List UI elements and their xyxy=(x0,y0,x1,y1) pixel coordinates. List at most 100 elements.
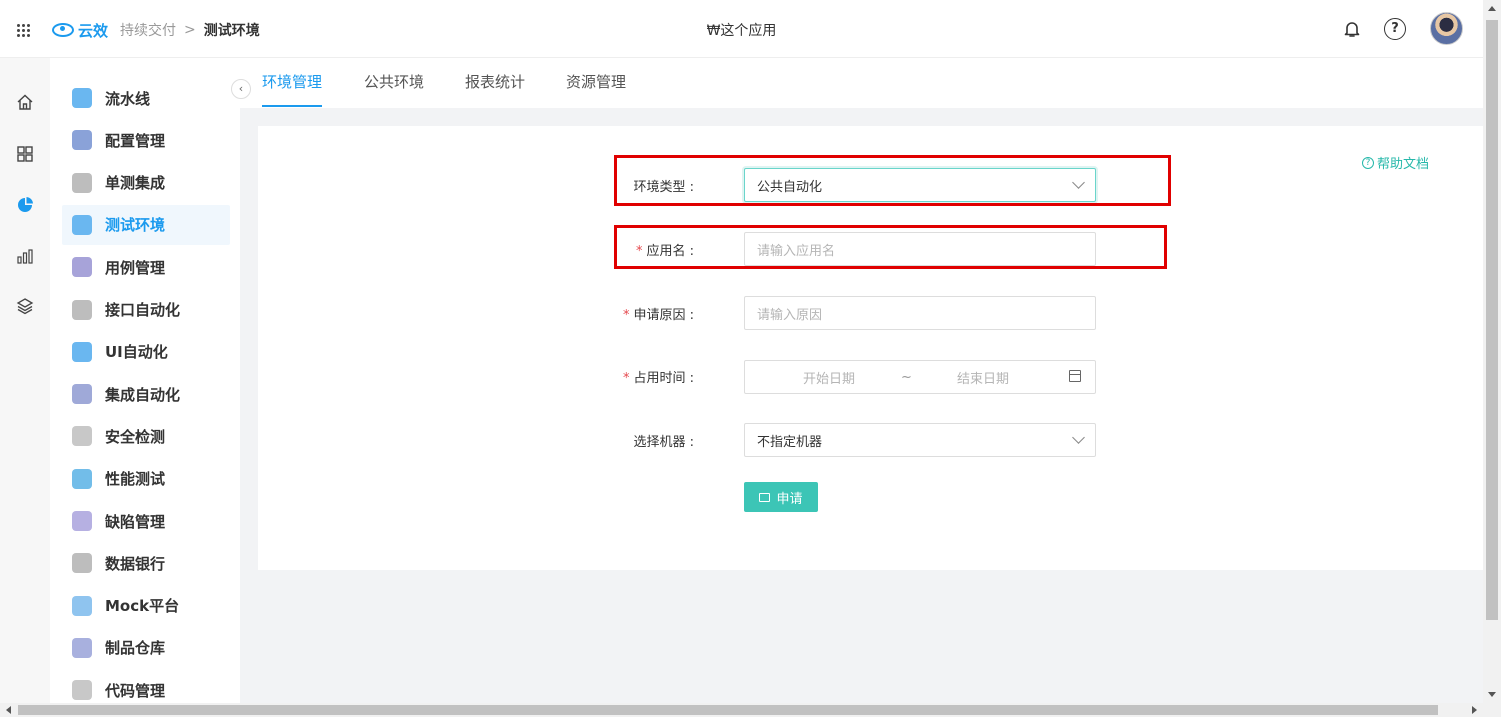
duration-label: * 占用时间 : xyxy=(622,371,694,386)
api-icon xyxy=(72,299,92,320)
start-date-placeholder: 开始日期 xyxy=(803,371,856,387)
pipeline-icon xyxy=(72,88,92,108)
active-tab-indicator xyxy=(262,105,322,107)
cloud-icon xyxy=(72,214,92,235)
tab-bar: 环境管理 公共环境 报表统计 资源管理 xyxy=(240,58,1483,108)
sidebar-item-label: 缺陷管理 xyxy=(105,512,166,531)
scroll-down-icon[interactable] xyxy=(1488,692,1496,697)
bell-icon[interactable] xyxy=(1344,20,1360,38)
breadcrumb-current: 测试环境 xyxy=(203,23,260,39)
unit-test-icon xyxy=(72,172,92,193)
machine-label: 选择机器 : xyxy=(633,435,694,450)
scroll-up-icon[interactable] xyxy=(1488,6,1496,11)
wrench-icon xyxy=(72,130,92,151)
annotation-box-env-type xyxy=(614,155,1171,206)
ui-icon xyxy=(72,341,92,362)
horizontal-scroll-thumb[interactable] xyxy=(18,705,1438,715)
date-range-picker[interactable]: 开始日期 ~ 结束日期 xyxy=(744,360,1096,394)
security-icon xyxy=(72,426,92,447)
sidebar-item-label: 用例管理 xyxy=(105,258,166,277)
layers-icon[interactable] xyxy=(15,296,35,316)
annotation-box-app-name xyxy=(614,225,1167,269)
top-right-actions: ? xyxy=(1344,12,1463,45)
help-icon: ? xyxy=(1362,156,1374,169)
folder-icon xyxy=(759,492,771,502)
sidebar-item[interactable]: Mock平台 xyxy=(62,586,230,626)
icon-rail xyxy=(0,58,50,703)
sidebar-item-label: 流水线 xyxy=(105,89,151,108)
reason-placeholder: 请输入原因 xyxy=(757,307,823,323)
end-date-placeholder: 结束日期 xyxy=(957,371,1010,387)
sidebar-item-label: 安全检测 xyxy=(105,427,166,446)
machine-value: 不指定机器 xyxy=(757,434,823,450)
performance-icon xyxy=(72,468,92,489)
sidebar-item-label: 性能测试 xyxy=(105,470,166,489)
sidebar-item-label: 配置管理 xyxy=(105,131,166,150)
vertical-scrollbar[interactable] xyxy=(1483,0,1501,703)
sidebar-item[interactable]: 数据银行 xyxy=(62,543,230,583)
reason-label: * 申请原因 : xyxy=(622,308,694,323)
logo[interactable]: 云效 xyxy=(52,18,108,42)
sidebar-item-label: 数据银行 xyxy=(105,554,166,573)
tab-env-management[interactable]: 环境管理 xyxy=(262,71,322,92)
case-icon xyxy=(72,257,92,278)
sidebar-item[interactable]: 制品仓库 xyxy=(62,628,230,668)
logo-text: 云效 xyxy=(78,21,109,40)
sidebar-item[interactable]: 性能测试 xyxy=(62,459,230,499)
tab-resource-management[interactable]: 资源管理 xyxy=(566,71,626,92)
apply-button[interactable]: 申请 xyxy=(744,482,818,512)
sidebar-item[interactable]: 单测集成 xyxy=(62,163,230,203)
tab-report-stats[interactable]: 报表统计 xyxy=(465,71,525,92)
sidebar-item-label: 制品仓库 xyxy=(105,639,166,658)
scroll-left-icon[interactable] xyxy=(6,706,11,714)
apply-button-label: 申请 xyxy=(776,491,803,507)
sidebar-item[interactable]: 集成自动化 xyxy=(62,374,230,414)
collapse-sidebar-button[interactable]: ‹ xyxy=(231,79,251,99)
integration-icon xyxy=(72,384,92,405)
sidebar-item[interactable]: 缺陷管理 xyxy=(62,501,230,541)
sidebar-item-label: 单测集成 xyxy=(105,174,166,193)
mock-icon xyxy=(72,595,92,616)
home-icon[interactable] xyxy=(15,92,35,112)
sidebar-item[interactable]: 安全检测 xyxy=(62,416,230,456)
machine-select[interactable]: 不指定机器 xyxy=(744,423,1096,457)
horizontal-scrollbar[interactable] xyxy=(0,703,1501,717)
bar-chart-icon[interactable] xyxy=(15,246,35,266)
pie-chart-icon[interactable] xyxy=(15,195,35,215)
scroll-right-icon[interactable] xyxy=(1472,706,1477,714)
logo-icon xyxy=(52,23,74,37)
sidebar: 流水线配置管理单测集成测试环境用例管理接口自动化 UI自动化集成自动化安全检测性能… xyxy=(50,58,240,703)
top-bar: 云效 持续交付 > 测试环境 ₩这个应用 ? xyxy=(0,0,1483,58)
reason-input[interactable]: 请输入原因 xyxy=(744,296,1096,330)
sidebar-item-label: 集成自动化 xyxy=(105,385,181,404)
sidebar-item[interactable]: 用例管理 xyxy=(62,247,230,287)
sidebar-item-label: Mock平台 xyxy=(105,597,180,616)
chevron-down-icon xyxy=(1072,431,1085,444)
avatar[interactable] xyxy=(1430,12,1463,45)
calendar-icon xyxy=(1069,370,1081,382)
sidebar-item-label: 接口自动化 xyxy=(105,301,181,319)
help-doc-link[interactable]: ? 帮助文档 xyxy=(1362,153,1429,172)
tab-public-env[interactable]: 公共环境 xyxy=(364,71,424,92)
artifact-icon xyxy=(72,637,92,658)
sidebar-item-label: UI自动化 xyxy=(105,343,168,362)
help-doc-label: 帮助文档 xyxy=(1377,157,1430,172)
help-icon[interactable]: ? xyxy=(1384,17,1406,40)
sidebar-item[interactable]: 测试环境 xyxy=(62,204,230,245)
bug-icon xyxy=(72,511,92,531)
code-icon xyxy=(72,680,92,701)
apps-grid-icon[interactable] xyxy=(17,24,31,38)
sidebar-item-label: 代码管理 xyxy=(105,681,166,700)
breadcrumb-separator: > xyxy=(184,22,196,38)
sidebar-item-label: 测试环境 xyxy=(105,216,166,235)
breadcrumb: 持续交付 > 测试环境 xyxy=(120,20,260,40)
sidebar-item[interactable]: 接口自动化 xyxy=(62,290,230,330)
sidebar-item[interactable]: 流水线 xyxy=(62,78,230,118)
breadcrumb-parent[interactable]: 持续交付 xyxy=(120,20,176,40)
sidebar-item[interactable]: 代码管理 xyxy=(62,670,230,703)
dashboard-icon[interactable] xyxy=(15,144,35,164)
sidebar-item[interactable]: UI自动化 xyxy=(62,332,230,372)
data-bank-icon xyxy=(72,553,92,574)
vertical-scroll-thumb[interactable] xyxy=(1486,20,1498,620)
sidebar-item[interactable]: 配置管理 xyxy=(62,120,230,160)
